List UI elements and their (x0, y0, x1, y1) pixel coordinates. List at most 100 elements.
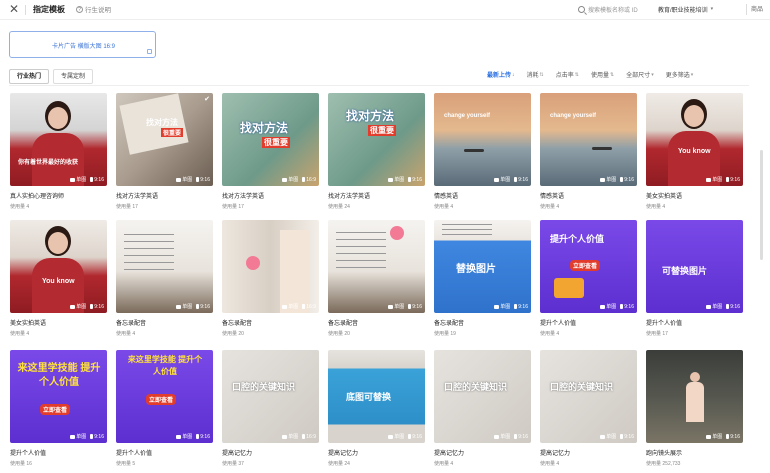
filter-more[interactable]: 更多筛选 ▾ (666, 70, 694, 80)
image-icon (706, 177, 712, 182)
overlay-text: 你有着世界最好的收获 (18, 160, 79, 166)
overlay-text: 口腔的关键知识 (232, 382, 296, 392)
badge-ratio: 9:16 (408, 303, 422, 310)
resize-icon (147, 49, 152, 54)
badge-label: 单图 (182, 434, 193, 440)
overlay-text: 很重要 (368, 125, 396, 136)
top-bar: ✕ 指定模板 ? 行生说明 搜索模板名称或 ID 教育/职业技能培训 ▾ 商品 (0, 0, 770, 20)
badge-label: 单图 (606, 177, 617, 183)
phone-icon (90, 177, 94, 182)
ratio-label: 9:16 (518, 303, 528, 310)
filter-usage[interactable]: 使用量 ⇅ (591, 70, 614, 80)
badge-ratio: 16:9 (302, 433, 316, 440)
ratio-label: 16:9 (306, 303, 316, 310)
badge-label: 单图 (394, 434, 405, 440)
overlay-text: 很重要 (161, 128, 184, 137)
help-text: 行生说明 (85, 7, 111, 14)
memo-lines (336, 232, 386, 272)
badge-ratio: 9:16 (726, 303, 740, 310)
badge-ratio: 9:16 (90, 433, 104, 440)
card-title: 情感英语 (434, 194, 459, 200)
card-usage: 使用量 16 (10, 461, 32, 467)
badge-ratio: 16:9 (302, 176, 316, 183)
badges: 单图 16:9 (282, 303, 316, 310)
template-thumbnail: 可替换图片 单图 9:16 (646, 220, 743, 313)
card-title: 真人实拍心理咨询师 (10, 194, 65, 200)
chevron-down-icon: ▾ (690, 71, 694, 78)
badge-ratio: 9:16 (196, 303, 210, 310)
product-label[interactable]: 商品 (751, 4, 763, 13)
overlay-text: 找对方法 (146, 118, 178, 127)
badge-ratio: 16:9 (302, 303, 316, 310)
filter-ctr[interactable]: 点击率 ⇅ (556, 70, 579, 80)
filter-label: 全部尺寸 (626, 73, 651, 79)
badge-single-image: 单图 (70, 433, 86, 440)
badge-label: 单图 (76, 177, 87, 183)
card-title: 找对方法学英语 (116, 194, 159, 200)
person-face (684, 105, 704, 127)
ratio-label: 9:16 (94, 176, 104, 183)
template-thumbnail: 提升个人价值 立即查看 单图 9:16 (540, 220, 637, 313)
phone-icon (726, 434, 730, 439)
badge-single-image: 单图 (494, 176, 510, 183)
overlay-text: change yourself (444, 113, 491, 119)
tab-custom[interactable]: 专属定制 (53, 69, 94, 84)
card-title: 提升个人价值 (116, 451, 153, 457)
phone-icon (726, 177, 730, 182)
image-icon (388, 434, 394, 439)
overlay-text: You know (42, 278, 75, 285)
template-thumbnail: 口腔的关键知识 单图 16:9 (222, 350, 319, 443)
badge-ratio: 9:16 (514, 303, 528, 310)
card-title: 备忘录配音 (434, 321, 465, 327)
card-usage: 使用量 4 (116, 331, 136, 337)
badge-label: 单图 (500, 304, 511, 310)
overlay-text: change yourself (550, 113, 597, 119)
filter-size[interactable]: 全部尺寸 ▾ (626, 70, 654, 80)
image-icon (70, 177, 76, 182)
badge-label: 单图 (712, 304, 723, 310)
ratio-label: 9:16 (200, 303, 210, 310)
badge-ratio: 9:16 (514, 433, 528, 440)
category-select[interactable]: 教育/职业技能培训 ▾ (658, 3, 746, 15)
card-title: 提高记忆力 (434, 451, 465, 457)
badges: 单图 9:16 (494, 303, 528, 310)
card-title: 找对方法学英语 (328, 194, 371, 200)
image-icon (600, 177, 606, 182)
help-link[interactable]: ? 行生说明 (76, 4, 111, 14)
card-title: 提升个人价值 (540, 321, 577, 327)
phone-icon (408, 177, 412, 182)
template-thumbnail: 来这里学技能 提升个人价值 立即查看 单图 9:16 (10, 350, 107, 443)
template-thumbnail: 找对方法 很重要 单图 16:9 (222, 93, 319, 186)
join-button: 立即查看 (146, 394, 177, 405)
check-icon[interactable]: ✔ (204, 95, 210, 103)
badges: 单图 9:16 (176, 433, 210, 440)
ratio-label: 9:16 (730, 303, 740, 310)
badge-single-image: 单图 (282, 433, 298, 440)
card-usage: 使用量 37 (222, 461, 244, 467)
badge-single-image: 单图 (176, 176, 192, 183)
filter-latest[interactable]: 最新上传 ↓ (487, 70, 515, 80)
search-input[interactable]: 搜索模板名称或 ID (578, 2, 648, 16)
badge-label: 单图 (394, 177, 405, 183)
template-thumbnail: 来这里学技能 提升个人价值 立即查看 单图 9:16 (116, 350, 213, 443)
ad-slot[interactable]: 卡片广告 横版大图 16:9 (9, 31, 156, 58)
ratio-label: 9:16 (94, 433, 104, 440)
close-icon[interactable]: ✕ (9, 2, 19, 16)
scrollbar[interactable] (760, 150, 763, 260)
image-icon (176, 304, 182, 309)
template-thumbnail: You know 单图 9:16 (646, 93, 743, 186)
person-figure (280, 230, 310, 313)
badge-single-image: 单图 (70, 303, 86, 310)
person-figure (686, 382, 704, 422)
tab-industry-hot[interactable]: 行业热门 (9, 69, 50, 84)
ratio-label: 9:16 (518, 433, 528, 440)
image-icon (70, 434, 76, 439)
template-thumbnail: 口腔的关键知识 单图 9:16 (434, 350, 531, 443)
badge-ratio: 9:16 (726, 176, 740, 183)
filter-consume[interactable]: 消耗 ⇅ (527, 70, 544, 80)
badge-ratio: 9:16 (90, 176, 104, 183)
avatar-circle (390, 226, 404, 240)
card-usage: 使用量 20 (328, 331, 350, 337)
ratio-label: 9:16 (624, 303, 634, 310)
image-icon (282, 177, 288, 182)
